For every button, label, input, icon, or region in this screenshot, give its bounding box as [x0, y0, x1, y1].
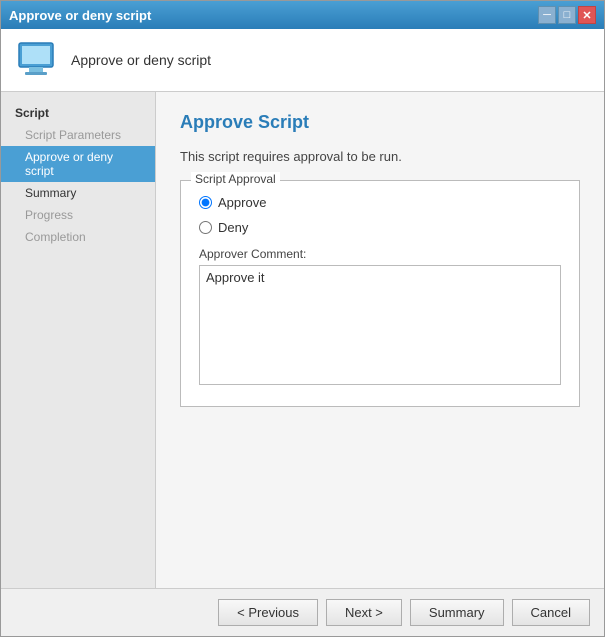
comment-label: Approver Comment: [199, 247, 561, 261]
summary-button[interactable]: Summary [410, 599, 504, 626]
script-approval-group: Script Approval Approve Deny Approver Co… [180, 180, 580, 407]
content-area: Script Script Parameters Approve or deny… [1, 92, 604, 588]
approve-label[interactable]: Approve [218, 195, 266, 210]
deny-radio[interactable] [199, 221, 212, 234]
page-title: Approve Script [180, 112, 580, 133]
window: Approve or deny script ─ □ ✕ Approve or … [0, 0, 605, 637]
minimize-button[interactable]: ─ [538, 6, 556, 24]
deny-label[interactable]: Deny [218, 220, 248, 235]
title-bar: Approve or deny script ─ □ ✕ [1, 1, 604, 29]
header-banner: Approve or deny script [1, 29, 604, 92]
sidebar-item-script-parameters[interactable]: Script Parameters [1, 124, 155, 146]
approve-radio[interactable] [199, 196, 212, 209]
header-title: Approve or deny script [71, 52, 211, 68]
approve-radio-row: Approve [199, 195, 561, 210]
sidebar-item-completion[interactable]: Completion [1, 226, 155, 248]
approver-comment-textarea[interactable]: Approve it [199, 265, 561, 385]
group-label: Script Approval [191, 172, 280, 186]
previous-button[interactable]: < Previous [218, 599, 318, 626]
sidebar-item-progress[interactable]: Progress [1, 204, 155, 226]
footer: < Previous Next > Summary Cancel [1, 588, 604, 636]
maximize-button[interactable]: □ [558, 6, 576, 24]
sidebar-item-approve-deny[interactable]: Approve or deny script [1, 146, 155, 182]
window-title: Approve or deny script [9, 8, 151, 23]
main-panel: Approve Script This script requires appr… [156, 92, 604, 588]
sidebar: Script Script Parameters Approve or deny… [1, 92, 156, 588]
sidebar-section-script: Script [1, 102, 155, 124]
cancel-button[interactable]: Cancel [512, 599, 590, 626]
header-computer-icon [15, 39, 57, 81]
title-bar-controls: ─ □ ✕ [538, 6, 596, 24]
deny-radio-row: Deny [199, 220, 561, 235]
next-button[interactable]: Next > [326, 599, 402, 626]
info-text: This script requires approval to be run. [180, 149, 580, 164]
close-button[interactable]: ✕ [578, 6, 596, 24]
sidebar-item-summary[interactable]: Summary [1, 182, 155, 204]
